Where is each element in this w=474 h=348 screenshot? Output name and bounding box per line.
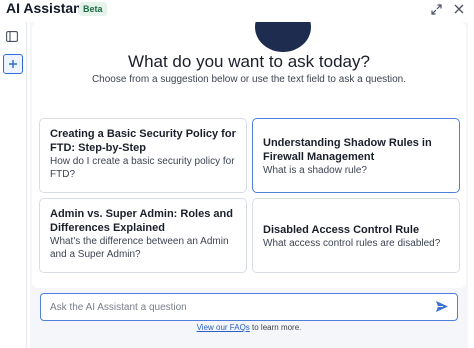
suggestion-card-shadow-rules[interactable]: Understanding Shadow Rules in Firewall M… [252, 118, 460, 193]
suggestion-card-disabled-rules[interactable]: Disabled Access Control Rule What access… [252, 198, 460, 273]
title-bar: AI Assistant Beta [0, 0, 474, 22]
close-icon[interactable] [452, 2, 466, 16]
suggestion-card-security-policy[interactable]: Creating a Basic Security Policy for FTD… [39, 118, 247, 193]
plus-icon [9, 60, 17, 68]
app-title: AI Assistant [6, 0, 87, 16]
page-title: What do you want to ask today? [128, 52, 370, 71]
footer-text: to learn more. [249, 323, 302, 332]
sidebar-toggle-icon[interactable] [3, 27, 21, 45]
left-rail [0, 22, 27, 348]
new-chat-button[interactable] [3, 54, 23, 74]
footer: View our FAQs to learn more. [32, 323, 466, 332]
beta-badge: Beta [79, 2, 107, 16]
suggestion-title: Creating a Basic Security Policy for FTD… [50, 128, 236, 154]
suggestion-question: What is a shadow rule? [263, 165, 367, 176]
question-input[interactable] [50, 298, 430, 316]
question-input-box [40, 293, 458, 321]
assistant-avatar [255, 22, 311, 52]
expand-icon[interactable] [429, 2, 443, 16]
page-subtitle: Choose from a suggestion below or use th… [91, 74, 407, 85]
send-button[interactable] [435, 300, 451, 314]
suggestion-title: Disabled Access Control Rule [263, 224, 420, 236]
suggestion-title: Admin vs. Super Admin: Roles and Differe… [50, 208, 233, 234]
suggestion-question: What's the difference between an Admin a… [50, 236, 229, 260]
suggestion-question: How do I create a basic security policy … [50, 156, 235, 180]
suggestion-question: What access control rules are disabled? [263, 238, 441, 249]
send-icon [436, 301, 448, 312]
suggestion-title: Understanding Shadow Rules in Firewall M… [263, 137, 432, 163]
faq-link[interactable]: View our FAQs [197, 323, 250, 332]
suggestion-card-admin-roles[interactable]: Admin vs. Super Admin: Roles and Differe… [39, 198, 247, 273]
